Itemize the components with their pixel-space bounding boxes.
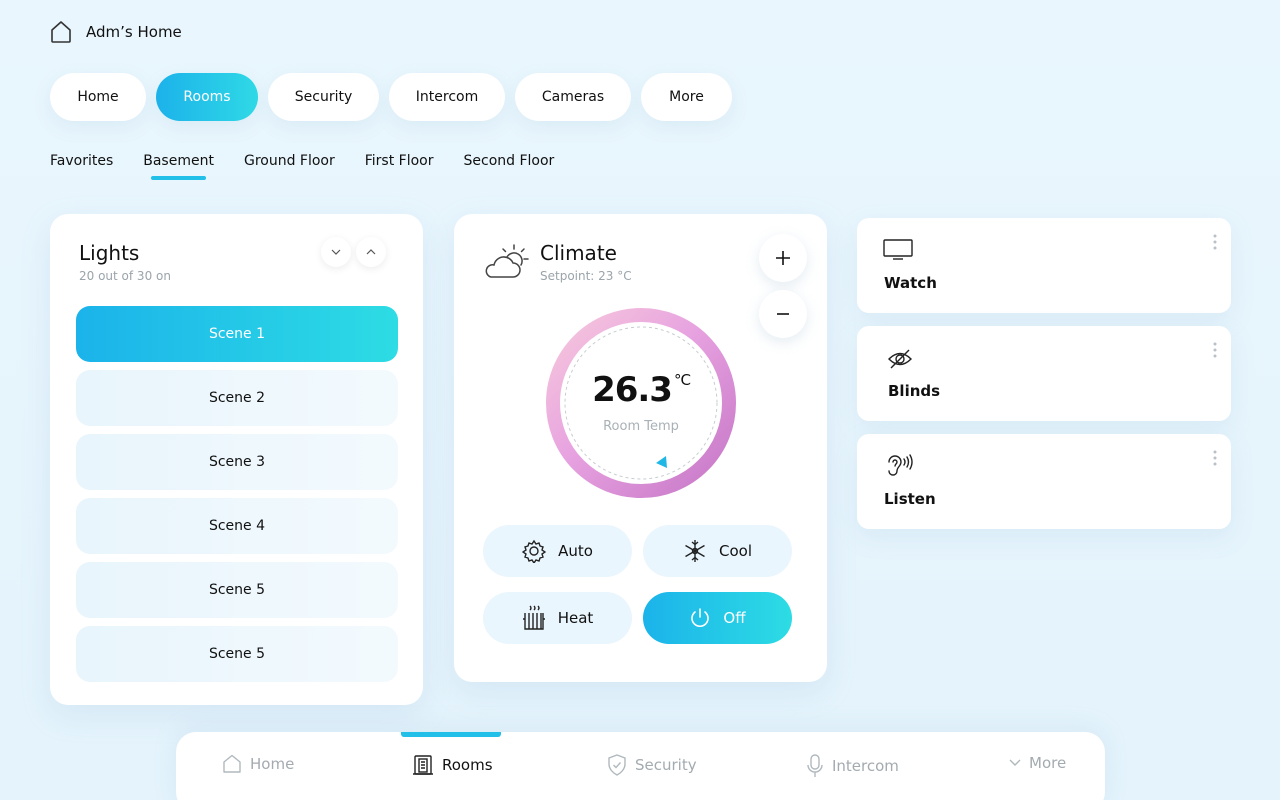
listen-tile[interactable]: Listen xyxy=(857,434,1231,529)
setpoint-text: Setpoint: 23 °C xyxy=(540,269,632,283)
tab-more[interactable]: More xyxy=(641,73,732,121)
scene-button[interactable]: Scene 5 xyxy=(76,626,398,682)
chevron-down-icon xyxy=(331,249,341,255)
temperature-unit: °C xyxy=(673,371,691,389)
climate-title: Climate xyxy=(540,241,617,265)
floor-tab-favorites[interactable]: Favorites xyxy=(50,153,113,169)
floor-tab-first-floor[interactable]: First Floor xyxy=(365,153,434,169)
scene-list: Scene 1 Scene 2 Scene 3 Scene 4 Scene 5 … xyxy=(76,306,398,690)
app-header: Adm’s Home xyxy=(50,20,182,44)
scene-button[interactable]: Scene 4 xyxy=(76,498,398,554)
floor-tab-label: Favorites xyxy=(50,153,114,169)
nav-intercom[interactable]: Intercom xyxy=(806,754,899,778)
mode-auto-button[interactable]: Auto xyxy=(483,525,632,577)
floor-tab-ground-floor[interactable]: Ground Floor xyxy=(244,153,335,169)
blinds-label: Blinds xyxy=(888,382,941,400)
mode-auto-label: Auto xyxy=(558,542,593,560)
floor-tab-label: Second Floor xyxy=(463,153,555,169)
house-icon xyxy=(222,754,242,774)
main-tabs: Home Rooms Security Intercom Cameras Mor… xyxy=(50,73,732,121)
floor-tab-label: Ground Floor xyxy=(243,153,335,169)
active-nav-indicator xyxy=(401,732,501,737)
eye-off-icon xyxy=(887,348,913,370)
floor-tab-label: Basement xyxy=(143,153,214,169)
floor-tab-label: First Floor xyxy=(364,153,434,169)
nav-security[interactable]: Security xyxy=(607,754,697,776)
rooms-door-icon xyxy=(412,754,434,776)
room-temperature: 26.3 °C xyxy=(544,370,738,410)
floor-tab-second-floor[interactable]: Second Floor xyxy=(464,153,555,169)
mode-cool-button[interactable]: Cool xyxy=(643,525,792,577)
more-options-icon[interactable] xyxy=(1213,450,1217,466)
tab-home[interactable]: Home xyxy=(50,73,146,121)
listen-label: Listen xyxy=(884,490,936,508)
tab-security[interactable]: Security xyxy=(268,73,379,121)
power-icon xyxy=(689,607,711,629)
house-icon xyxy=(50,20,72,44)
chevron-down-icon xyxy=(1009,759,1021,767)
blinds-tile[interactable]: Blinds xyxy=(857,326,1231,421)
watch-label: Watch xyxy=(884,274,937,292)
nav-more[interactable]: More xyxy=(1009,754,1066,772)
decrease-temp-button[interactable] xyxy=(759,290,807,338)
mode-heat-label: Heat xyxy=(557,609,594,627)
more-options-icon[interactable] xyxy=(1213,234,1217,250)
mode-cool-label: Cool xyxy=(719,542,752,560)
auto-gear-icon xyxy=(522,539,547,563)
tab-rooms[interactable]: Rooms xyxy=(156,73,258,121)
floor-tabs: Favorites Basement Ground Floor First Fl… xyxy=(50,153,584,180)
scene-button[interactable]: Scene 1 xyxy=(76,306,398,362)
collapse-button[interactable] xyxy=(321,237,351,267)
room-temp-label: Room Temp xyxy=(603,419,679,434)
microphone-icon xyxy=(806,754,824,778)
thermostat-dial[interactable]: 26.3 °C Room Temp xyxy=(544,306,738,500)
home-title: Adm’s Home xyxy=(86,23,182,41)
ear-icon xyxy=(885,452,913,480)
lights-card: Lights 20 out of 30 on Scene 1 Scene 2 S… xyxy=(50,214,423,705)
nav-more-label: More xyxy=(1029,754,1067,772)
chevron-up-icon xyxy=(366,249,376,255)
tab-cameras[interactable]: Cameras xyxy=(515,73,631,121)
tv-icon xyxy=(883,238,913,260)
watch-tile[interactable]: Watch xyxy=(857,218,1231,313)
tab-intercom[interactable]: Intercom xyxy=(389,73,505,121)
increase-temp-button[interactable] xyxy=(759,234,807,282)
expand-button[interactable] xyxy=(356,237,386,267)
shield-icon xyxy=(607,754,627,776)
nav-home[interactable]: Home xyxy=(222,754,294,774)
scene-button[interactable]: Scene 2 xyxy=(76,370,398,426)
scene-button[interactable]: Scene 5 xyxy=(76,562,398,618)
minus-icon xyxy=(775,306,791,322)
mode-heat-button[interactable]: Heat xyxy=(483,592,632,644)
scene-button[interactable]: Scene 3 xyxy=(76,434,398,490)
nav-security-label: Security xyxy=(635,756,697,774)
snowflake-icon xyxy=(683,539,707,563)
nav-home-label: Home xyxy=(250,755,295,773)
mode-off-button[interactable]: Off xyxy=(643,592,792,644)
lights-subtitle: 20 out of 30 on xyxy=(79,269,171,283)
bottom-navigation: Home Rooms Security Intercom More xyxy=(176,732,1105,800)
nav-rooms-label: Rooms xyxy=(442,756,493,774)
more-options-icon[interactable] xyxy=(1213,342,1217,358)
active-tab-indicator xyxy=(151,176,206,180)
climate-card: Climate Setpoint: 23 °C 26.3 °C Room Temp xyxy=(454,214,827,682)
lights-title: Lights xyxy=(79,241,140,265)
temperature-value: 26.3 xyxy=(592,370,673,410)
partly-cloudy-icon xyxy=(483,243,529,281)
radiator-icon xyxy=(522,605,546,631)
mode-off-label: Off xyxy=(723,609,746,627)
floor-tab-basement[interactable]: Basement xyxy=(143,153,214,180)
nav-intercom-label: Intercom xyxy=(832,757,899,775)
nav-rooms[interactable]: Rooms xyxy=(412,754,493,776)
plus-icon xyxy=(775,250,791,266)
